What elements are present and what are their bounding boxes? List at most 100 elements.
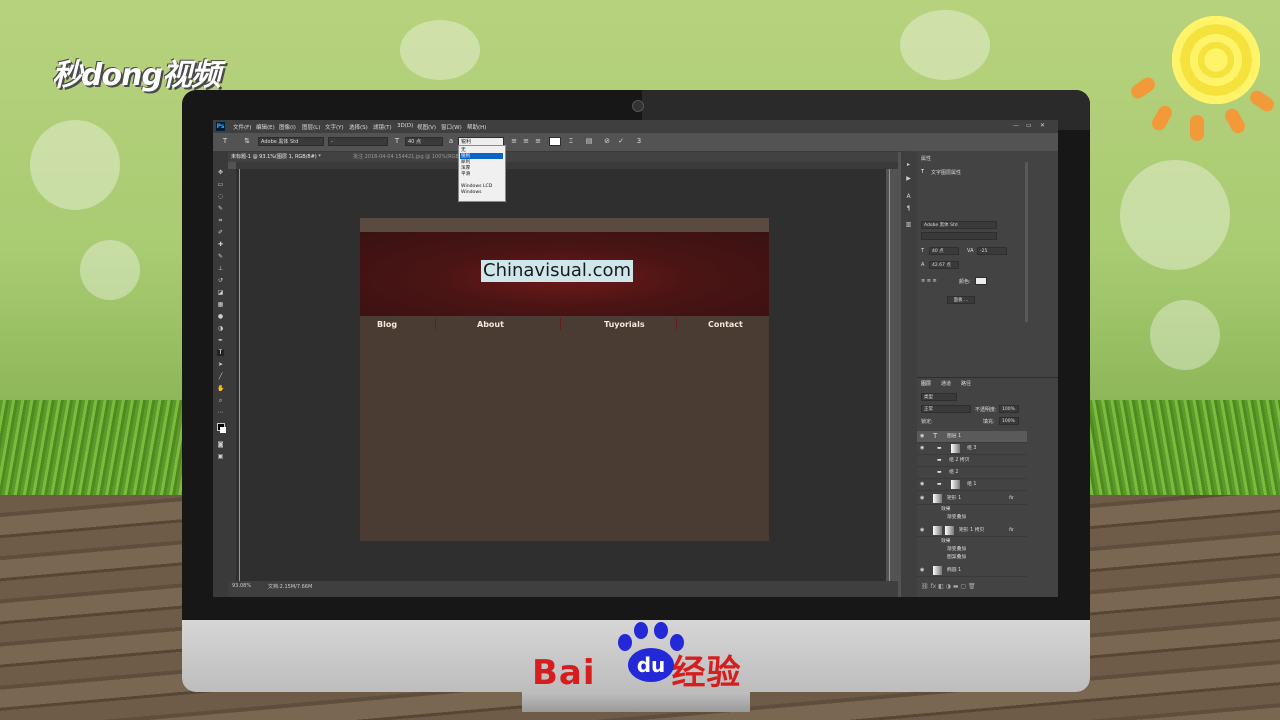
gradient-tool-icon[interactable]: ▦ <box>217 301 224 308</box>
actions-panel-icon[interactable]: ▶ <box>905 175 912 182</box>
tab-document-2[interactable]: 批注 2018-04-04 154421.jpg @ 100%(RGB/8#) <box>353 153 470 160</box>
layer-row[interactable]: ◉ ▬ 组 3 <box>917 443 1027 455</box>
minimize-button[interactable]: — <box>1013 122 1019 129</box>
font-family-select[interactable]: Adobe 黑体 Std <box>258 137 324 146</box>
prop-font-style[interactable] <box>921 232 997 240</box>
maximize-button[interactable]: ▭ <box>1026 122 1032 129</box>
fill-input[interactable]: 100% <box>999 417 1019 425</box>
warp-text-icon[interactable]: ⌶ <box>567 137 575 146</box>
visibility-eye-icon[interactable]: ◉ <box>920 493 924 504</box>
menu-3d[interactable]: 3D(D) <box>397 123 413 129</box>
fx-icon[interactable]: fx <box>1009 525 1014 536</box>
stamp-tool-icon[interactable]: ⊥ <box>217 265 224 272</box>
brush-tool-icon[interactable]: ✎ <box>217 253 224 260</box>
menu-file[interactable]: 文件(F) <box>233 123 251 131</box>
menu-help[interactable]: 帮助(H) <box>467 123 486 131</box>
blend-mode-select[interactable]: 正常 <box>921 405 971 413</box>
prop-color-swatch[interactable] <box>975 277 987 285</box>
layer-row[interactable]: ◉ ▬ 组 1 <box>917 479 1027 491</box>
properties-tab[interactable]: 属性 <box>921 155 931 162</box>
font-size-select[interactable]: 40 点 <box>405 137 443 146</box>
site-title-text[interactable]: Chinavisual.com <box>481 260 634 282</box>
visibility-eye-icon[interactable]: ◉ <box>920 443 924 454</box>
zoom-tool-icon[interactable]: ⌕ <box>217 397 224 404</box>
prop-font-family[interactable]: Adobe 黑体 Std <box>921 221 997 229</box>
zoom-level[interactable]: 93.08% <box>232 583 251 589</box>
blur-tool-icon[interactable]: ● <box>217 313 224 320</box>
screen-mode-icon[interactable]: ▣ <box>217 453 224 460</box>
document-size[interactable]: 文档:2.15M/7.66M <box>268 583 312 590</box>
paragraph-panel-icon[interactable]: ¶ <box>905 205 912 212</box>
menu-type[interactable]: 文字(Y) <box>325 123 344 131</box>
prop-align-icons[interactable]: ≡ ≡ ≡ <box>921 278 937 284</box>
prop-font-size[interactable]: 40 点 <box>929 247 959 255</box>
antialias-dropdown[interactable]: 无 锐利 犀利 浑厚 平滑 Windows LCD Windows <box>458 145 506 202</box>
layer-effect-row[interactable]: 图案叠加 <box>917 552 1027 563</box>
crop-tool-icon[interactable]: ⌗ <box>217 217 224 224</box>
visibility-eye-icon[interactable]: ◉ <box>920 479 924 490</box>
cancel-icon[interactable]: ⊘ <box>603 137 611 146</box>
opacity-input[interactable]: 100% <box>999 405 1019 413</box>
layers-panel-footer-icons[interactable]: ⛓ fx ◧ ◑ ▬ ▢ 🗑 <box>921 583 976 590</box>
layer-effect-row[interactable]: 渐变叠加 <box>917 512 1027 523</box>
menu-view[interactable]: 视图(V) <box>417 123 436 131</box>
layer-row[interactable]: ▬ 组 2 <box>917 467 1027 479</box>
background-color-swatch[interactable] <box>220 427 226 433</box>
history-brush-icon[interactable]: ↺ <box>217 277 224 284</box>
panel-scrollbar[interactable] <box>1025 162 1028 322</box>
marquee-tool-icon[interactable]: ▭ <box>217 181 224 188</box>
hand-tool-icon[interactable]: ✋ <box>217 385 224 392</box>
menu-filter[interactable]: 滤镜(T) <box>373 123 392 131</box>
path-select-icon[interactable]: ➤ <box>217 361 224 368</box>
layer-kind-filter[interactable]: 类型 <box>921 393 957 401</box>
character-panel-icon[interactable]: ▤ <box>585 137 593 146</box>
dropdown-option[interactable]: Windows LCD <box>461 184 492 189</box>
align-left-icon[interactable]: ≡ <box>510 137 518 146</box>
commit-icon[interactable]: ✓ <box>617 137 625 146</box>
dropdown-option[interactable]: Windows <box>461 190 482 195</box>
healing-brush-icon[interactable]: ✚ <box>217 241 224 248</box>
text-color-swatch[interactable] <box>549 137 561 146</box>
tab-document-1[interactable]: 未标题-1 @ 93.1%(图层 1, RGB/8#) * <box>231 153 321 160</box>
prop-leading[interactable]: 42.67 点 <box>929 261 959 269</box>
dropdown-option[interactable]: 平滑 <box>461 171 470 177</box>
layer-row[interactable]: ◉ T 图层 1 <box>917 431 1027 443</box>
paths-tab[interactable]: 路径 <box>961 380 971 387</box>
shape-tool-icon[interactable]: ╱ <box>217 373 224 380</box>
align-right-icon[interactable]: ≡ <box>534 137 542 146</box>
menu-layer[interactable]: 图层(L) <box>302 123 320 131</box>
document-canvas[interactable]: Chinavisual.com Blog About Tuyorials Con… <box>360 218 769 541</box>
lasso-tool-icon[interactable]: ◌ <box>217 193 224 200</box>
quick-mask-icon[interactable]: ◙ <box>217 441 224 448</box>
menu-image[interactable]: 图像(I) <box>279 123 296 131</box>
pen-tool-icon[interactable]: ✒ <box>217 337 224 344</box>
layer-row[interactable]: ◉ 椭圆 1 <box>917 565 1027 577</box>
menu-edit[interactable]: 编辑(E) <box>256 123 275 131</box>
visibility-eye-icon[interactable]: ◉ <box>920 525 924 536</box>
type-tool-icon[interactable]: T <box>221 137 229 146</box>
visibility-eye-icon[interactable]: ◉ <box>920 431 924 442</box>
channels-tab[interactable]: 通道 <box>941 380 951 387</box>
visibility-eye-icon[interactable]: ◉ <box>920 565 924 576</box>
eyedropper-icon[interactable]: ✐ <box>217 229 224 236</box>
type-tool-icon[interactable]: T <box>217 349 224 356</box>
menu-window[interactable]: 窗口(W) <box>441 123 462 131</box>
character-panel-icon[interactable]: A <box>905 193 912 200</box>
font-style-select[interactable]: - <box>328 137 388 146</box>
move-tool-icon[interactable]: ✥ <box>217 169 224 176</box>
history-panel-icon[interactable]: ▸ <box>905 161 912 168</box>
more-tools-icon[interactable]: ⋯ <box>217 409 224 416</box>
layer-row[interactable]: ▬ 组 2 拷贝 <box>917 455 1027 467</box>
fx-icon[interactable]: fx <box>1009 493 1014 504</box>
eraser-tool-icon[interactable]: ◪ <box>217 289 224 296</box>
properties-panel-icon[interactable]: ▥ <box>905 221 912 228</box>
panel-button[interactable]: 面板 ... <box>947 296 975 304</box>
dodge-tool-icon[interactable]: ◑ <box>217 325 224 332</box>
menu-select[interactable]: 选择(S) <box>349 123 368 131</box>
layers-tab[interactable]: 图层 <box>921 380 931 387</box>
quick-select-icon[interactable]: ✎ <box>217 205 224 212</box>
orientation-toggle-icon[interactable]: ⇅ <box>243 137 251 146</box>
close-button[interactable]: ✕ <box>1040 122 1045 129</box>
align-center-icon[interactable]: ≡ <box>522 137 530 146</box>
3d-icon[interactable]: 3 <box>635 137 643 146</box>
